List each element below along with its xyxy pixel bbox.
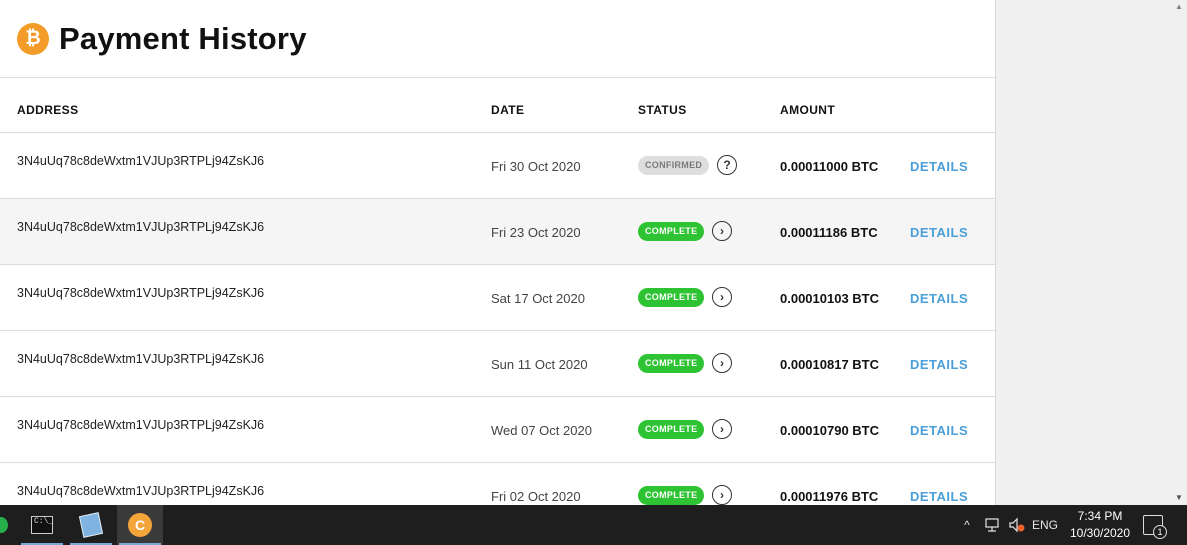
taskbar-coin-app[interactable]: C [117,505,163,545]
scroll-up-arrow-icon[interactable]: ▲ [1171,2,1187,12]
system-clock[interactable]: 7:34 PM 10/30/2020 [1066,508,1134,542]
taskbar-terminal[interactable]: C:\_ [19,505,65,545]
status-badge: COMPLETE [638,222,705,241]
page-header: ₿ Payment History [0,0,995,78]
payment-history-app: ₿ Payment History ADDRESS DATE STATUS AM… [0,0,996,505]
vertical-scrollbar[interactable]: ▲ ▼ [1171,0,1187,505]
table-header: ADDRESS DATE STATUS AMOUNT [0,78,995,133]
start-orb-icon[interactable] [0,517,8,533]
table-row: 3N4uUq78c8deWxtm1VJUp3RTPLj94ZsKJ6 Sun 1… [0,331,995,397]
clock-time: 7:34 PM [1077,509,1123,523]
notification-count-badge: 1 [1153,525,1167,539]
row-address: 3N4uUq78c8deWxtm1VJUp3RTPLj94ZsKJ6 [17,418,265,432]
terminal-icon: C:\_ [31,516,53,534]
status-badge: CONFIRMED [638,156,710,175]
coin-app-icon: C [128,513,152,537]
row-amount: 0.00010103 BTC [780,291,880,306]
row-address: 3N4uUq78c8deWxtm1VJUp3RTPLj94ZsKJ6 [17,154,265,168]
table-row: 3N4uUq78c8deWxtm1VJUp3RTPLj94ZsKJ6 Fri 3… [0,133,995,199]
network-icon[interactable] [982,505,1004,545]
row-amount: 0.00011976 BTC [780,489,879,504]
row-date: Fri 02 Oct 2020 [491,489,581,504]
notepad-icon [78,512,104,538]
taskbar: C:\_ C ^ ENG 7:34 PM 10/30/2020 1 [0,505,1187,545]
details-link[interactable]: DETAILS [910,357,968,372]
details-link[interactable]: DETAILS [910,159,968,174]
language-indicator[interactable]: ENG [1030,505,1060,545]
chevron-right-circle-icon[interactable]: › [712,419,732,439]
column-header-date: DATE [491,103,525,117]
row-amount: 0.00010790 BTC [780,423,880,438]
empty-side-pane [996,0,1171,505]
column-header-address: ADDRESS [17,103,79,117]
row-address: 3N4uUq78c8deWxtm1VJUp3RTPLj94ZsKJ6 [17,286,265,300]
row-amount: 0.00011000 BTC [780,159,879,174]
page-title: Payment History [59,20,307,56]
status-badge: COMPLETE [638,420,705,439]
bitcoin-logo-icon: ₿ [17,22,49,55]
help-circle-icon[interactable]: ? [717,155,737,175]
scroll-down-arrow-icon[interactable]: ▼ [1171,493,1187,503]
chevron-right-circle-icon[interactable]: › [712,485,732,505]
details-link[interactable]: DETAILS [910,489,968,504]
row-address: 3N4uUq78c8deWxtm1VJUp3RTPLj94ZsKJ6 [17,352,265,366]
row-date: Fri 30 Oct 2020 [491,159,581,174]
status-badge: COMPLETE [638,288,705,307]
table-row: 3N4uUq78c8deWxtm1VJUp3RTPLj94ZsKJ6 Sat 1… [0,265,995,331]
table-row: 3N4uUq78c8deWxtm1VJUp3RTPLj94ZsKJ6 Fri 2… [0,199,995,265]
table-row: 3N4uUq78c8deWxtm1VJUp3RTPLj94ZsKJ6 Fri 0… [0,463,995,505]
row-address: 3N4uUq78c8deWxtm1VJUp3RTPLj94ZsKJ6 [17,484,265,498]
taskbar-notepad[interactable] [68,505,114,545]
status-badge: COMPLETE [638,354,705,373]
row-date: Sun 11 Oct 2020 [491,357,588,372]
tray-overflow-chevron-icon[interactable]: ^ [958,505,976,545]
status-badge: COMPLETE [638,486,705,505]
row-amount: 0.00010817 BTC [780,357,880,372]
column-header-status: STATUS [638,103,687,117]
row-date: Wed 07 Oct 2020 [491,423,592,438]
details-link[interactable]: DETAILS [910,291,968,306]
details-link[interactable]: DETAILS [910,225,968,240]
chevron-right-circle-icon[interactable]: › [712,353,732,373]
row-amount: 0.00011186 BTC [780,225,878,240]
column-header-amount: AMOUNT [780,103,836,117]
volume-muted-icon[interactable] [1006,505,1028,545]
row-date: Fri 23 Oct 2020 [491,225,581,240]
row-address: 3N4uUq78c8deWxtm1VJUp3RTPLj94ZsKJ6 [17,220,265,234]
table-row: 3N4uUq78c8deWxtm1VJUp3RTPLj94ZsKJ6 Wed 0… [0,397,995,463]
details-link[interactable]: DETAILS [910,423,968,438]
chevron-right-circle-icon[interactable]: › [712,221,732,241]
row-date: Sat 17 Oct 2020 [491,291,585,306]
clock-date: 10/30/2020 [1069,526,1131,540]
chevron-right-circle-icon[interactable]: › [712,287,732,307]
